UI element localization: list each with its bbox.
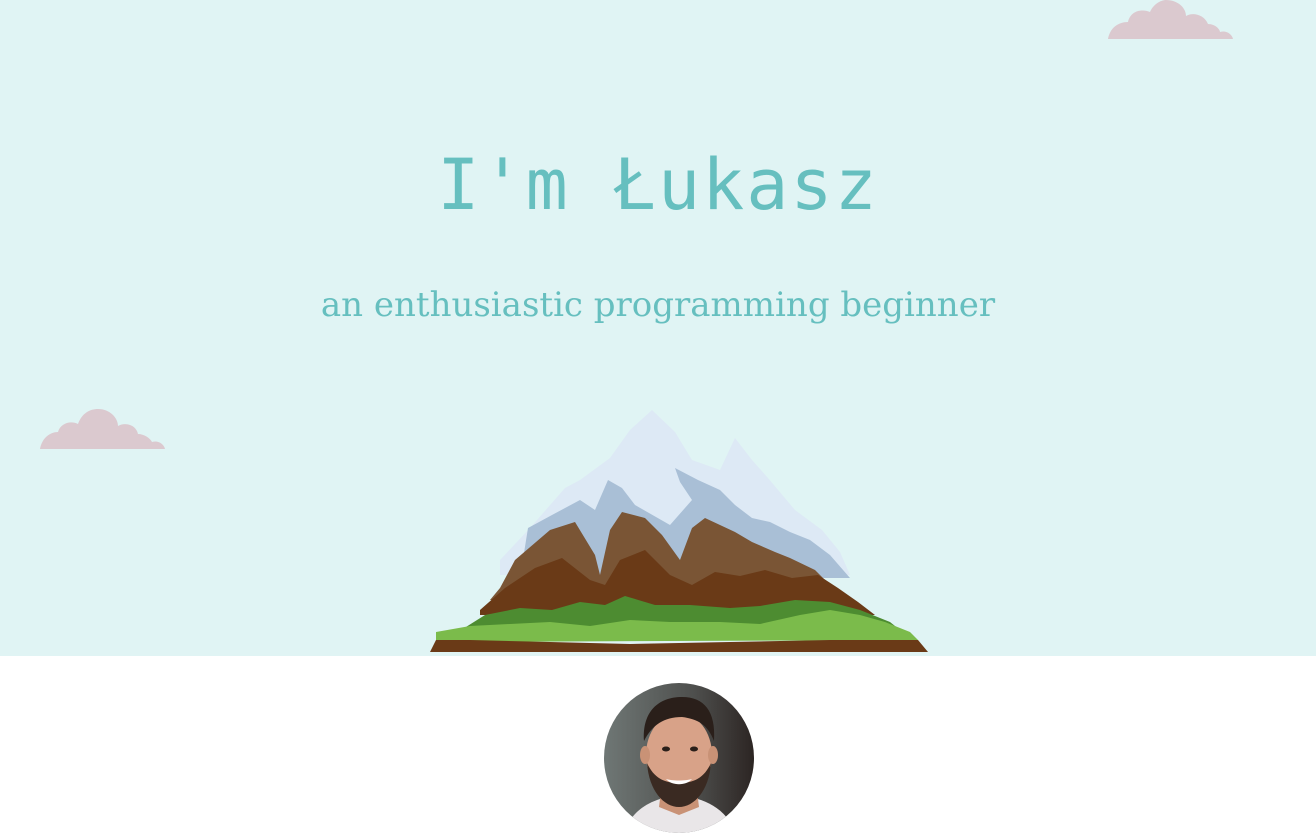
cloud-icon bbox=[40, 409, 165, 449]
hero-title: I'm Łukasz bbox=[437, 144, 879, 226]
cloud-icon bbox=[1108, 0, 1233, 39]
hero-subtitle: an enthusiastic programming beginner bbox=[320, 285, 996, 325]
avatar-photo bbox=[604, 683, 754, 833]
avatar bbox=[604, 683, 754, 833]
mountain-illustration bbox=[430, 410, 928, 652]
hero-section: I'm Łukasz an enthusiastic programming b… bbox=[0, 0, 1316, 656]
